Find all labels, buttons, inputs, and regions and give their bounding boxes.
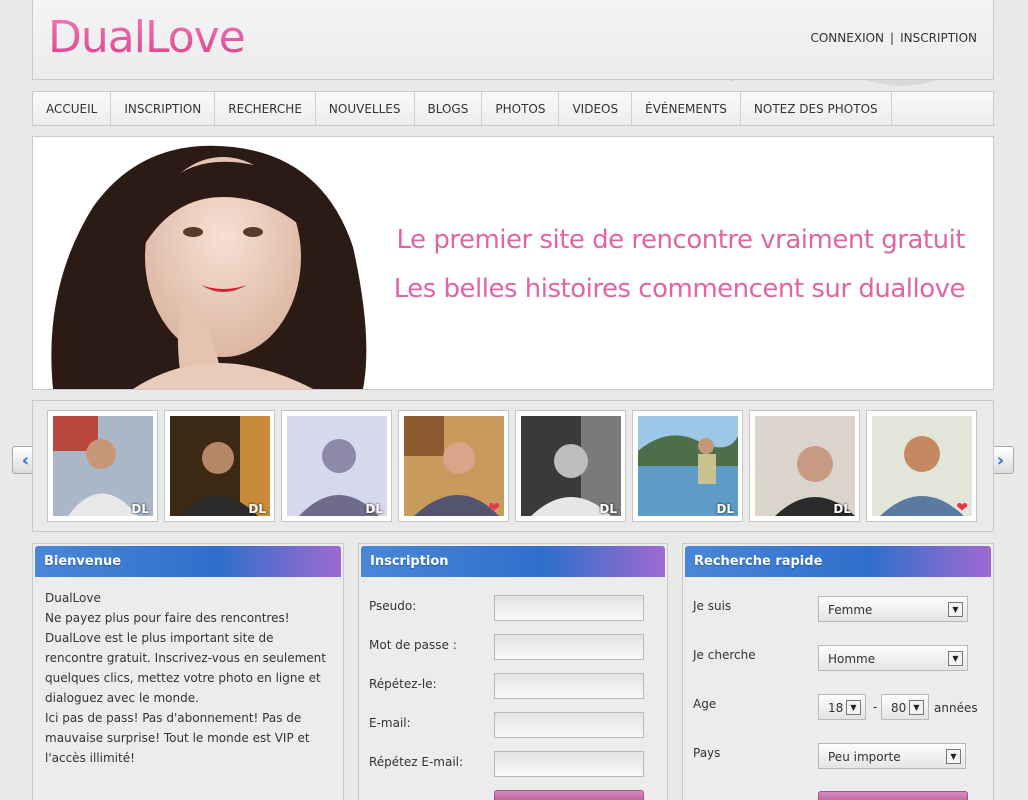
repeat-password-label: Répétez-le: (369, 677, 437, 691)
heart-icon: ❤ (956, 500, 968, 516)
i-am-select[interactable]: Femme ▼ (818, 596, 968, 622)
quick-search-panel: Recherche rapide Je suis Femme ▼ Je cher… (682, 543, 994, 800)
welcome-title: Bienvenue (35, 546, 341, 577)
member-thumbnail[interactable]: DL (47, 410, 158, 522)
member-thumbnail[interactable]: ❤ (398, 410, 509, 522)
dl-badge: DL (716, 502, 734, 516)
member-thumbnail[interactable]: DL (515, 410, 626, 522)
chevron-down-icon: ▼ (909, 700, 924, 715)
member-photo (287, 416, 387, 516)
seeking-label: Je cherche (693, 648, 756, 662)
chevron-down-icon: ▼ (846, 700, 861, 715)
banner-woman-photo (33, 137, 403, 389)
password-label: Mot de passe : (369, 638, 457, 652)
member-thumbnail[interactable]: DL (281, 410, 392, 522)
pseudo-label: Pseudo: (369, 599, 417, 613)
dl-badge: DL (833, 502, 851, 516)
seeking-value: Homme (828, 652, 876, 666)
repeat-email-input[interactable] (494, 751, 644, 777)
chevron-down-icon: ▼ (948, 602, 963, 617)
signup-title: Inscription (361, 546, 665, 577)
account-links: CONNEXION | INSCRIPTION (810, 31, 977, 45)
age-label: Age (693, 697, 717, 711)
dl-badge: DL (248, 502, 266, 516)
member-thumbnail[interactable]: DL (632, 410, 743, 522)
age-max-value: 80 (891, 701, 907, 715)
member-thumbnails: DL DL DL ❤ DL DL DL ❤ (47, 410, 977, 522)
country-select[interactable]: Peu importe ▼ (818, 743, 966, 769)
country-label: Pays (693, 746, 721, 760)
register-link[interactable]: INSCRIPTION (900, 31, 977, 45)
repeat-email-label: Répétez E-mail: (369, 755, 464, 769)
search-submit-button[interactable] (818, 791, 968, 800)
country-value: Peu importe (828, 750, 901, 764)
member-photo (521, 416, 621, 516)
i-am-value: Femme (828, 603, 873, 617)
password-input[interactable] (494, 634, 644, 660)
email-label: E-mail: (369, 716, 411, 730)
main-nav: ACCUEIL INSCRIPTION RECHERCHE NOUVELLES … (32, 91, 994, 126)
email-input[interactable] (494, 712, 644, 738)
nav-item-nouvelles[interactable]: NOUVELLES (316, 92, 415, 125)
member-thumbnail[interactable]: DL (749, 410, 860, 522)
member-photo (53, 416, 153, 516)
nav-item-inscription[interactable]: INSCRIPTION (111, 92, 216, 125)
nav-item-evenements[interactable]: ÉVÉNEMENTS (632, 92, 741, 125)
age-range-dash: - (873, 700, 878, 714)
repeat-password-input[interactable] (494, 673, 644, 699)
member-photo (755, 416, 855, 516)
chevron-left-icon: ‹ (21, 449, 30, 471)
pseudo-input[interactable] (494, 595, 644, 621)
member-thumbnail[interactable]: DL (164, 410, 275, 522)
i-am-label: Je suis (693, 599, 732, 613)
chevron-down-icon: ▼ (946, 749, 961, 764)
age-unit: années (934, 701, 978, 715)
dl-badge: DL (131, 502, 149, 516)
member-carousel: DL DL DL ❤ DL DL DL ❤ (32, 400, 994, 532)
site-header: DualLove CONNEXION | INSCRIPTION (32, 0, 994, 80)
welcome-brand: DualLove (45, 591, 101, 605)
nav-item-photos[interactable]: PHOTOS (482, 92, 560, 125)
seeking-select[interactable]: Homme ▼ (818, 645, 968, 671)
nav-item-accueil[interactable]: ACCUEIL (33, 92, 112, 125)
banner-subline: Les belles histoires commencent sur dual… (393, 274, 966, 304)
age-min-value: 18 (828, 701, 844, 715)
age-min-select[interactable]: 18 ▼ (818, 694, 866, 720)
quick-search-title: Recherche rapide (685, 546, 991, 577)
dl-badge: DL (365, 502, 383, 516)
welcome-panel: Bienvenue DualLove Ne payez plus pour fa… (32, 543, 344, 800)
member-photo (638, 416, 738, 516)
member-photo (170, 416, 270, 516)
hero-banner: Le premier site de rencontre vraiment gr… (32, 136, 994, 390)
login-link[interactable]: CONNEXION (810, 31, 884, 45)
welcome-paragraph-1: Ne payez plus pour faire des rencontres!… (45, 611, 326, 705)
age-max-select[interactable]: 80 ▼ (881, 694, 929, 720)
nav-item-videos[interactable]: VIDEOS (559, 92, 633, 125)
welcome-paragraph-2: Ici pas de pass! Pas d'abonnement! Pas d… (45, 711, 310, 765)
nav-item-notez-des-photos[interactable]: NOTEZ DES PHOTOS (741, 92, 892, 125)
nav-item-recherche[interactable]: RECHERCHE (215, 92, 316, 125)
chevron-down-icon: ▼ (948, 651, 963, 666)
site-logo[interactable]: DualLove (48, 12, 246, 63)
signup-panel: Inscription Pseudo: Mot de passe : Répét… (358, 543, 668, 800)
nav-item-blogs[interactable]: BLOGS (415, 92, 483, 125)
welcome-text: DualLove Ne payez plus pour faire des re… (33, 579, 343, 777)
dl-badge: DL (599, 502, 617, 516)
heart-icon: ❤ (488, 500, 500, 516)
link-separator: | (890, 31, 895, 45)
member-thumbnail[interactable]: ❤ (866, 410, 977, 522)
signup-submit-button[interactable] (494, 790, 644, 800)
chevron-right-icon: › (996, 449, 1005, 471)
banner-headline: Le premier site de rencontre vraiment gr… (396, 225, 966, 255)
